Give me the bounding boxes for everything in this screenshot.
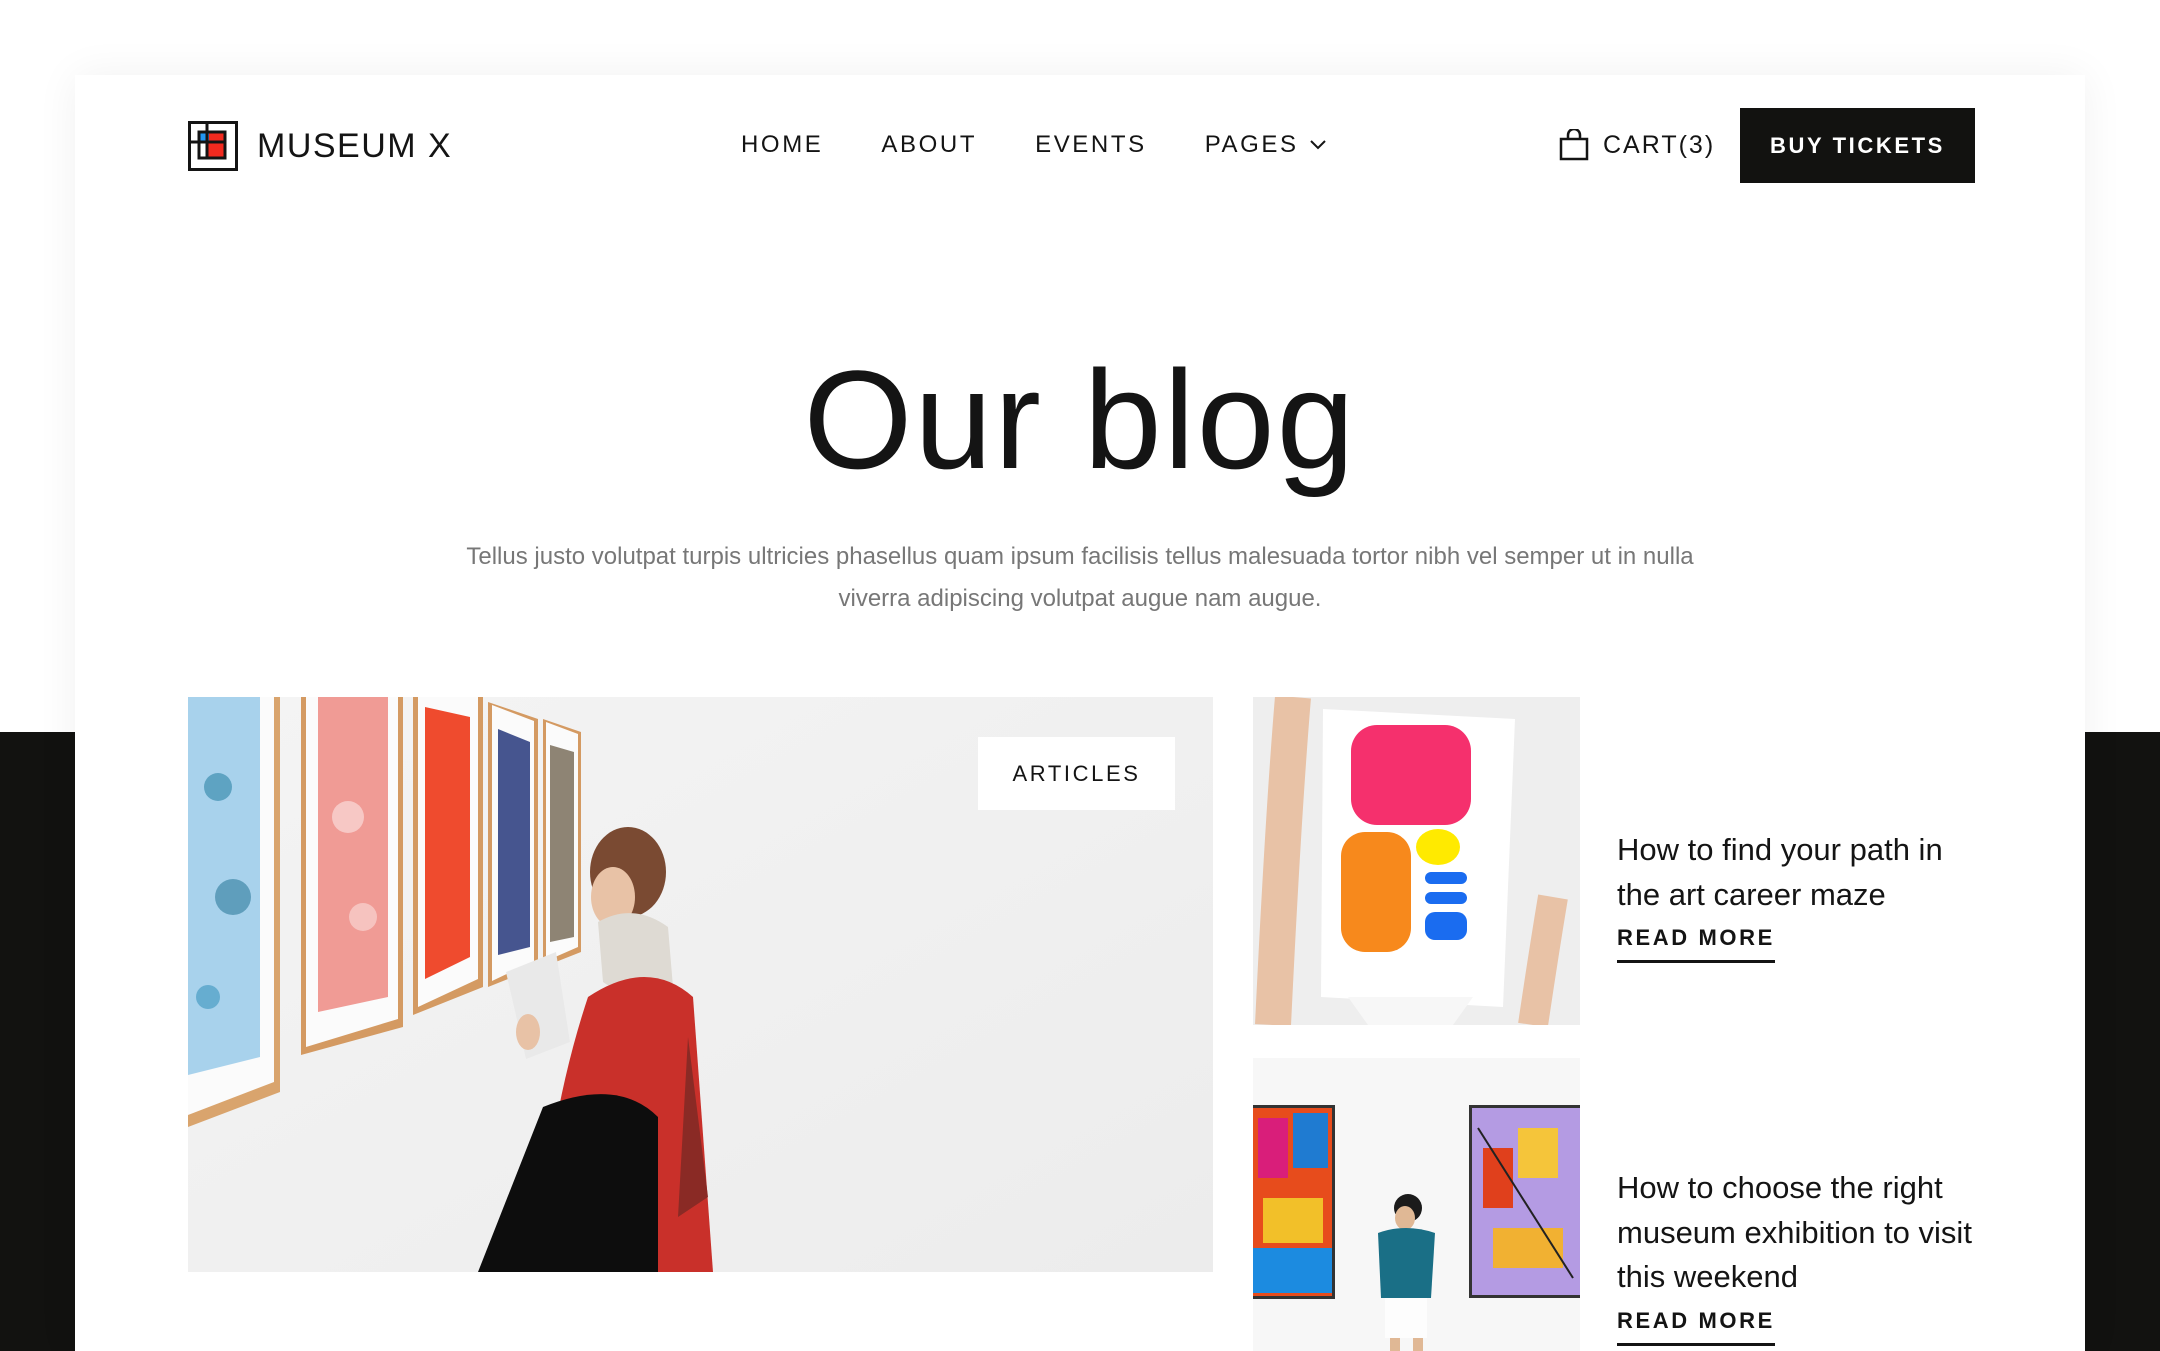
abstract-paintings-illustration [1253, 1058, 1580, 1351]
framed-poster-blue [188, 697, 280, 1127]
framed-poster-taupe [543, 719, 581, 967]
colorful-painting-illustration [1253, 697, 1580, 1025]
page-card: MUSEUM X HOME ABOUT EVENTS PAGES CART(3)… [75, 75, 2085, 1351]
framed-poster-navy [488, 702, 538, 987]
buy-tickets-button[interactable]: BUY TICKETS [1740, 108, 1975, 183]
read-more-link[interactable]: READ MORE [1617, 926, 1775, 963]
nav-home[interactable]: HOME [741, 131, 823, 159]
featured-post-image[interactable]: ARTICLES [188, 697, 1213, 1272]
nav-pages-dropdown[interactable]: PAGES [1205, 131, 1327, 159]
post-image[interactable] [1253, 697, 1580, 1025]
nav-pages-label: PAGES [1204, 131, 1299, 158]
page-title: Our blog [803, 341, 1357, 498]
post-title[interactable]: How to choose the right museum exhibitio… [1617, 1166, 1977, 1300]
nav-events[interactable]: EVENTS [1035, 131, 1147, 159]
nav-about[interactable]: ABOUT [881, 131, 977, 159]
logo-text: MUSEUM X [257, 127, 453, 165]
post-title[interactable]: How to find your path in the art career … [1617, 828, 1977, 917]
read-more-link[interactable]: READ MORE [1617, 1309, 1775, 1346]
chevron-down-icon [1309, 140, 1326, 150]
framed-poster-pink [301, 697, 403, 1055]
mondrian-logo-icon [188, 121, 238, 171]
main-nav: HOME ABOUT EVENTS PAGES [741, 125, 1327, 165]
page-subtitle: Tellus justo volutpat turpis ultricies p… [466, 543, 1694, 612]
framed-poster-red [413, 697, 483, 1015]
cart-label: CART(3) [1603, 130, 1716, 159]
post-image[interactable] [1253, 1058, 1580, 1351]
category-badge[interactable]: ARTICLES [978, 737, 1175, 810]
shopping-bag-icon [1559, 129, 1589, 161]
logo[interactable]: MUSEUM X [188, 121, 452, 171]
cart-link[interactable]: CART(3) [1559, 125, 1715, 165]
